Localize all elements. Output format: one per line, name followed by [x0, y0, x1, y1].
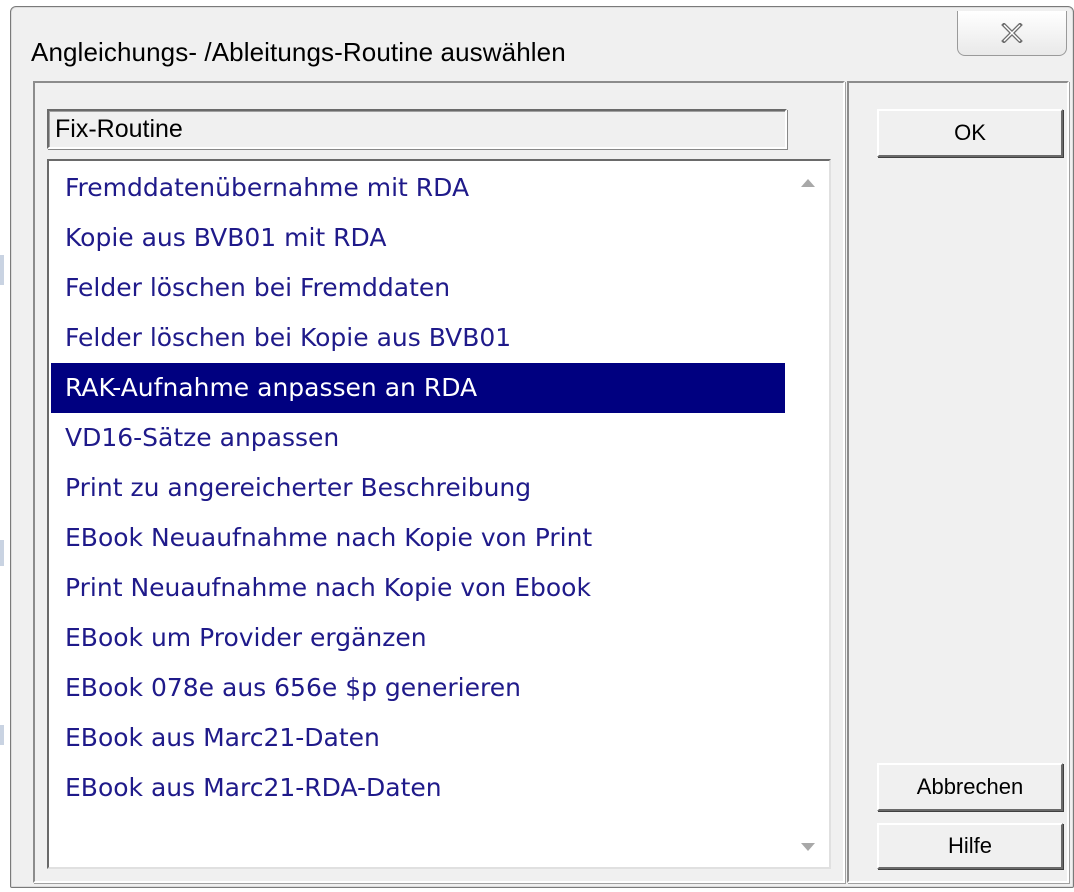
vertical-scrollbar[interactable] [787, 161, 829, 867]
list-item[interactable]: EBook Neuaufnahme nach Kopie von Print [51, 513, 785, 563]
list-item[interactable]: Felder löschen bei Fremddaten [51, 263, 785, 313]
list-item[interactable]: EBook aus Marc21-RDA-Daten [51, 763, 785, 813]
list-item[interactable]: Fremddatenübernahme mit RDA [51, 163, 785, 213]
background-artifact [0, 540, 4, 566]
list-item-selected[interactable]: RAK-Aufnahme anpassen an RDA [51, 363, 785, 413]
background-artifact [0, 725, 4, 745]
routine-panel: Fix-Routine Fremddatenübernahme mit RDA K… [33, 81, 845, 883]
list-item[interactable]: EBook aus Marc21-Daten [51, 713, 785, 763]
close-button[interactable] [957, 11, 1067, 56]
routine-listbox[interactable]: Fremddatenübernahme mit RDA Kopie aus BVB… [47, 159, 831, 869]
scroll-up-button[interactable] [797, 175, 819, 191]
screen: Angleichungs- /Ableitungs-Routine auswäh… [0, 0, 1074, 892]
background-artifact [0, 255, 4, 285]
dialog-window: Angleichungs- /Ableitungs-Routine auswäh… [10, 6, 1074, 888]
cancel-button[interactable]: Abbrechen [877, 763, 1063, 811]
list-item[interactable]: VD16-Sätze anpassen [51, 413, 785, 463]
list-item[interactable]: EBook um Provider ergänzen [51, 613, 785, 663]
scroll-down-button[interactable] [797, 839, 819, 855]
ok-button[interactable]: OK [877, 109, 1063, 157]
list-item[interactable]: Print zu angereicherter Beschreibung [51, 463, 785, 513]
list-item[interactable]: Print Neuaufnahme nach Kopie von Ebook [51, 563, 785, 613]
help-button[interactable]: Hilfe [877, 823, 1063, 869]
list-item[interactable]: Kopie aus BVB01 mit RDA [51, 213, 785, 263]
button-panel: OK Abbrechen Hilfe [847, 81, 1069, 883]
scroll-up-arrow-icon [801, 179, 815, 187]
close-icon [1001, 23, 1023, 43]
dialog-title: Angleichungs- /Ableitungs-Routine auswäh… [31, 37, 566, 67]
routine-type-dropdown[interactable]: Fix-Routine [47, 109, 787, 149]
list-item[interactable]: Felder löschen bei Kopie aus BVB01 [51, 313, 785, 363]
list-item[interactable]: EBook 078e aus 656e $p generieren [51, 663, 785, 713]
routine-list: Fremddatenübernahme mit RDA Kopie aus BVB… [51, 163, 785, 813]
scroll-down-arrow-icon [801, 843, 815, 851]
